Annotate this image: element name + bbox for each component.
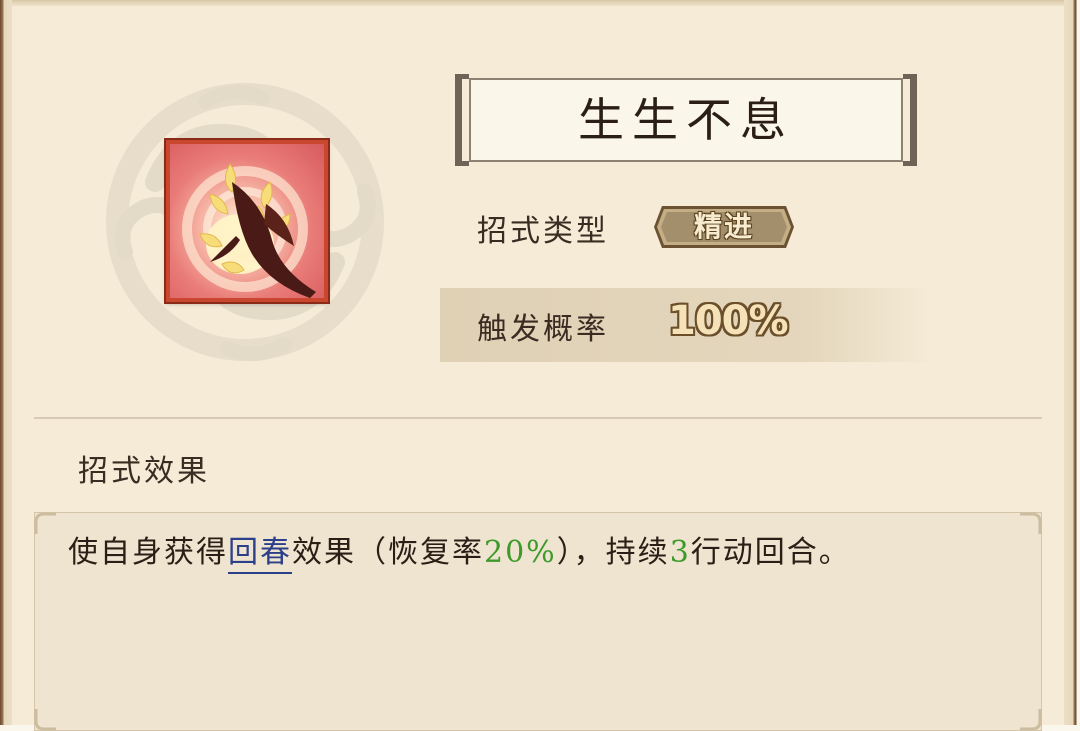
effect-text-part: 效果（恢复率 bbox=[292, 535, 484, 570]
duration-value: 3 bbox=[669, 535, 691, 570]
bracket-left bbox=[455, 74, 469, 166]
effect-description: 使自身获得回春效果（恢复率20%），持续3行动回合。 bbox=[68, 527, 1028, 574]
leaf-flame-icon bbox=[182, 163, 316, 298]
skill-info-card: 生生不息 招式类型 精进 触发概率 100% 招式效果 使自身获得回春效果（恢复… bbox=[0, 0, 1080, 731]
effect-text-part: ），持续 bbox=[556, 535, 670, 570]
skill-type-label: 招式类型 bbox=[477, 214, 609, 249]
buff-link-huichun[interactable]: 回春 bbox=[228, 535, 292, 574]
frame-top bbox=[0, 0, 1080, 6]
bracket-right bbox=[903, 74, 917, 166]
frame-right bbox=[1064, 0, 1080, 731]
effect-text-part: 行动回合。 bbox=[690, 535, 851, 570]
skill-type-badge: 精进 bbox=[652, 204, 796, 250]
section-divider bbox=[34, 417, 1042, 419]
skill-title: 生生不息 bbox=[578, 93, 794, 147]
skill-title-banner: 生生不息 bbox=[455, 74, 917, 166]
effect-heading: 招式效果 bbox=[78, 454, 210, 489]
heal-rate-value: 20% bbox=[484, 535, 557, 570]
trigger-rate-label: 触发概率 bbox=[477, 312, 609, 347]
trigger-rate-value: 100% bbox=[668, 298, 789, 344]
skill-type-value: 精进 bbox=[693, 210, 754, 243]
skill-icon[interactable] bbox=[166, 140, 328, 302]
frame-left bbox=[0, 0, 12, 731]
effect-text-part: 使自身获得 bbox=[68, 535, 228, 570]
